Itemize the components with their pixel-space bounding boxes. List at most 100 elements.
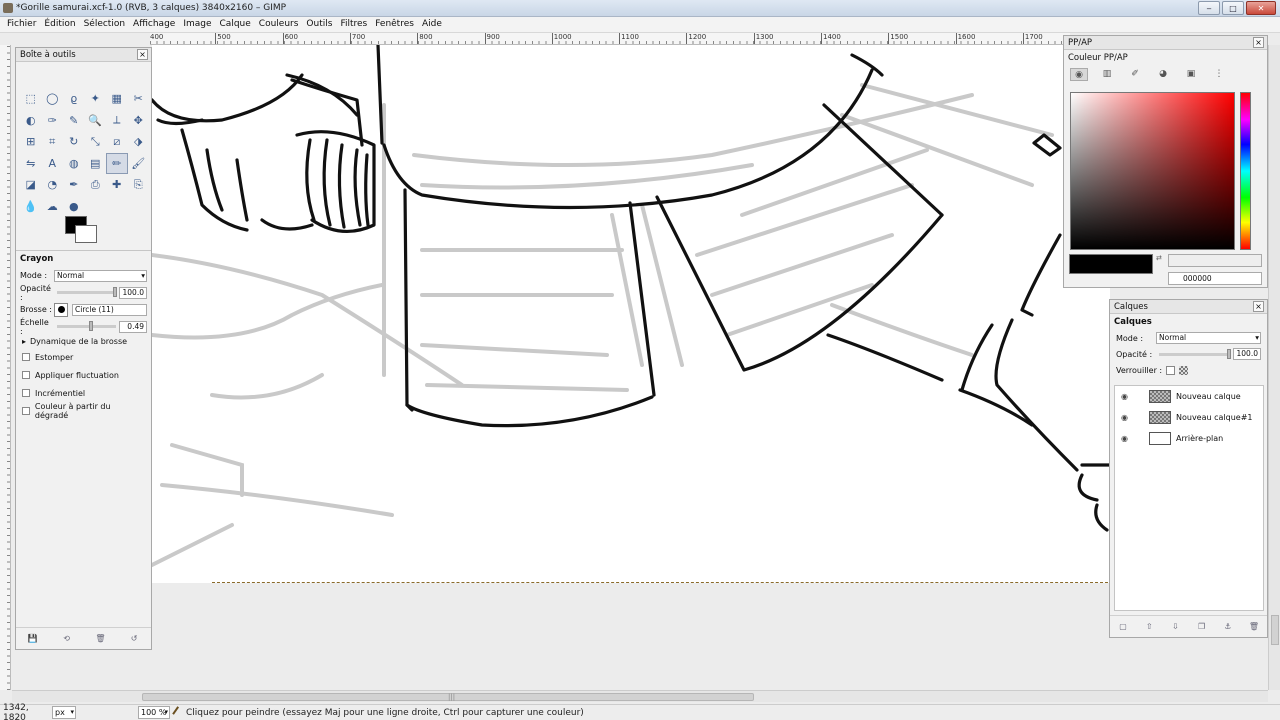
foreground-select-icon[interactable]: ◐ xyxy=(20,110,42,132)
jitter-checkbox[interactable]: Appliquer fluctuation xyxy=(16,366,151,384)
measure-icon[interactable]: ⟂ xyxy=(106,110,128,132)
shear-icon[interactable]: ⧄ xyxy=(106,131,128,153)
crop-icon[interactable]: ⌗ xyxy=(42,131,64,153)
visibility-eye-icon[interactable]: ◉ xyxy=(1121,413,1131,422)
menu-couleurs[interactable]: Couleurs xyxy=(255,17,303,32)
lock-pixels-checkbox[interactable] xyxy=(1166,365,1176,375)
perspective-icon[interactable]: ⬗ xyxy=(128,131,150,153)
layer-row[interactable]: ◉ Nouveau calque xyxy=(1115,386,1263,407)
watercolor-icon[interactable]: ✐ xyxy=(1126,68,1144,81)
menu-calque[interactable]: Calque xyxy=(216,17,255,32)
scale-value[interactable]: 0.49 xyxy=(119,320,147,333)
layer-row[interactable]: ◉ Nouveau calque#1 xyxy=(1115,407,1263,428)
paintbrush-icon[interactable]: 🖌 xyxy=(128,153,150,175)
smudge-icon[interactable]: ☁ xyxy=(42,196,64,218)
zoom-icon[interactable]: 🔍 xyxy=(85,110,107,132)
fade-checkbox[interactable]: Estomper xyxy=(16,348,151,366)
reset-options-icon[interactable]: ↺ xyxy=(129,634,139,644)
layer-opacity-knob[interactable] xyxy=(1227,348,1231,359)
paths-icon[interactable]: ✑ xyxy=(42,110,64,132)
menu-filtres[interactable]: Filtres xyxy=(336,17,371,32)
swap-colors-icon[interactable]: ⇄ xyxy=(1156,254,1162,262)
close-toolbox-button[interactable]: × xyxy=(137,49,148,60)
save-options-icon[interactable]: 💾 xyxy=(28,634,38,644)
maximize-button[interactable]: □ xyxy=(1222,1,1244,15)
close-color-panel-button[interactable]: × xyxy=(1253,37,1264,48)
horizontal-scrollbar[interactable]: ||| xyxy=(12,690,1268,702)
blend-icon[interactable]: ▤ xyxy=(85,153,107,175)
color-history[interactable] xyxy=(1168,254,1262,267)
ellipse-select-icon[interactable]: ◯ xyxy=(42,88,64,110)
flip-icon[interactable]: ⇋ xyxy=(20,153,42,175)
free-select-icon[interactable]: ϱ xyxy=(63,88,85,110)
fuzzy-select-icon[interactable]: ✦ xyxy=(85,88,107,110)
new-layer-icon[interactable]: ▢ xyxy=(1118,622,1128,632)
palette-icon[interactable]: ▣ xyxy=(1182,68,1200,81)
opacity-slider-knob[interactable] xyxy=(113,287,117,297)
layer-opacity-slider[interactable] xyxy=(1159,348,1231,359)
scale-slider[interactable] xyxy=(57,321,116,331)
hex-color-input[interactable]: 000000 xyxy=(1168,272,1262,285)
vertical-scroll-thumb[interactable] xyxy=(1271,615,1279,645)
menu-outils[interactable]: Outils xyxy=(302,17,336,32)
checkbox-box[interactable] xyxy=(22,407,30,415)
hue-strip[interactable] xyxy=(1240,92,1251,250)
checkbox-box[interactable] xyxy=(22,371,30,379)
blur-icon[interactable]: 💧 xyxy=(20,196,42,218)
checkbox-box[interactable] xyxy=(22,353,30,361)
gradient-color-checkbox[interactable]: Couleur à partir du dégradé xyxy=(16,402,151,420)
rotate-icon[interactable]: ↻ xyxy=(63,131,85,153)
rect-select-icon[interactable]: ⬚ xyxy=(20,88,42,110)
anchor-layer-icon[interactable]: ⚓ xyxy=(1223,622,1233,632)
bucket-fill-icon[interactable]: ◍ xyxy=(63,153,85,175)
zoom-select[interactable]: 100 % xyxy=(138,706,170,719)
delete-layer-icon[interactable]: 🗑 xyxy=(1249,622,1259,632)
delete-options-icon[interactable]: 🗑 xyxy=(95,634,105,644)
restore-options-icon[interactable]: ⟲ xyxy=(62,634,72,644)
cmyk-icon[interactable]: ▥ xyxy=(1098,68,1116,81)
fg-bg-colors[interactable] xyxy=(65,216,101,244)
vertical-scrollbar[interactable] xyxy=(1268,45,1280,690)
dynamics-expander[interactable]: ▸ Dynamique de la brosse xyxy=(16,335,151,348)
menu-image[interactable]: Image xyxy=(179,17,215,32)
menu-fichier[interactable]: Fichier xyxy=(3,17,40,32)
raise-layer-icon[interactable]: ⇧ xyxy=(1144,622,1154,632)
menu-affichage[interactable]: Affichage xyxy=(129,17,179,32)
opacity-slider[interactable] xyxy=(57,287,117,297)
ink-icon[interactable]: ✒ xyxy=(63,174,85,196)
saturation-value-field[interactable] xyxy=(1070,92,1235,250)
mode-select[interactable]: Normal xyxy=(54,269,147,282)
minimize-button[interactable]: ‒ xyxy=(1198,1,1220,15)
vertical-ruler[interactable] xyxy=(0,45,11,690)
airbrush-icon[interactable]: ◔ xyxy=(42,174,64,196)
color-picker-icon[interactable]: ✎ xyxy=(63,110,85,132)
opacity-value[interactable]: 100.0 xyxy=(119,286,147,299)
dodge-burn-icon[interactable]: ● xyxy=(63,196,85,218)
lower-layer-icon[interactable]: ⇩ xyxy=(1170,622,1180,632)
layer-opacity-value[interactable]: 100.0 xyxy=(1233,348,1261,360)
scissors-icon[interactable]: ✂ xyxy=(128,88,150,110)
incremental-checkbox[interactable]: Incrémentiel xyxy=(16,384,151,402)
menu-edition[interactable]: Édition xyxy=(40,17,79,32)
image-canvas[interactable] xyxy=(152,45,1110,583)
align-icon[interactable]: ⊞ xyxy=(20,131,42,153)
duplicate-layer-icon[interactable]: ❐ xyxy=(1197,622,1207,632)
move-icon[interactable]: ✥ xyxy=(128,110,150,132)
scales-icon[interactable]: ⋮ xyxy=(1210,68,1228,81)
visibility-eye-icon[interactable]: ◉ xyxy=(1121,392,1131,401)
menu-aide[interactable]: Aide xyxy=(418,17,446,32)
horizontal-ruler[interactable]: 400 500 600 700 800 900 1000 1100 1200 1300 1400 15… xyxy=(150,33,1070,45)
checkbox-box[interactable] xyxy=(22,389,30,397)
heal-icon[interactable]: ✚ xyxy=(106,174,128,196)
color-select-icon[interactable]: ▦ xyxy=(106,88,128,110)
scale-slider-knob[interactable] xyxy=(89,321,94,331)
menu-selection[interactable]: Sélection xyxy=(80,17,129,32)
menu-fenetres[interactable]: Fenêtres xyxy=(371,17,418,32)
background-color-swatch[interactable] xyxy=(75,225,97,243)
layer-row[interactable]: ◉ Arrière-plan xyxy=(1115,428,1263,449)
brush-preview[interactable] xyxy=(54,302,68,317)
text-icon[interactable]: A xyxy=(42,153,64,175)
lock-alpha-icon[interactable] xyxy=(1179,365,1189,375)
perspective-clone-icon[interactable]: ⎘ xyxy=(128,174,150,196)
layer-mode-select[interactable]: Normal xyxy=(1156,332,1261,344)
